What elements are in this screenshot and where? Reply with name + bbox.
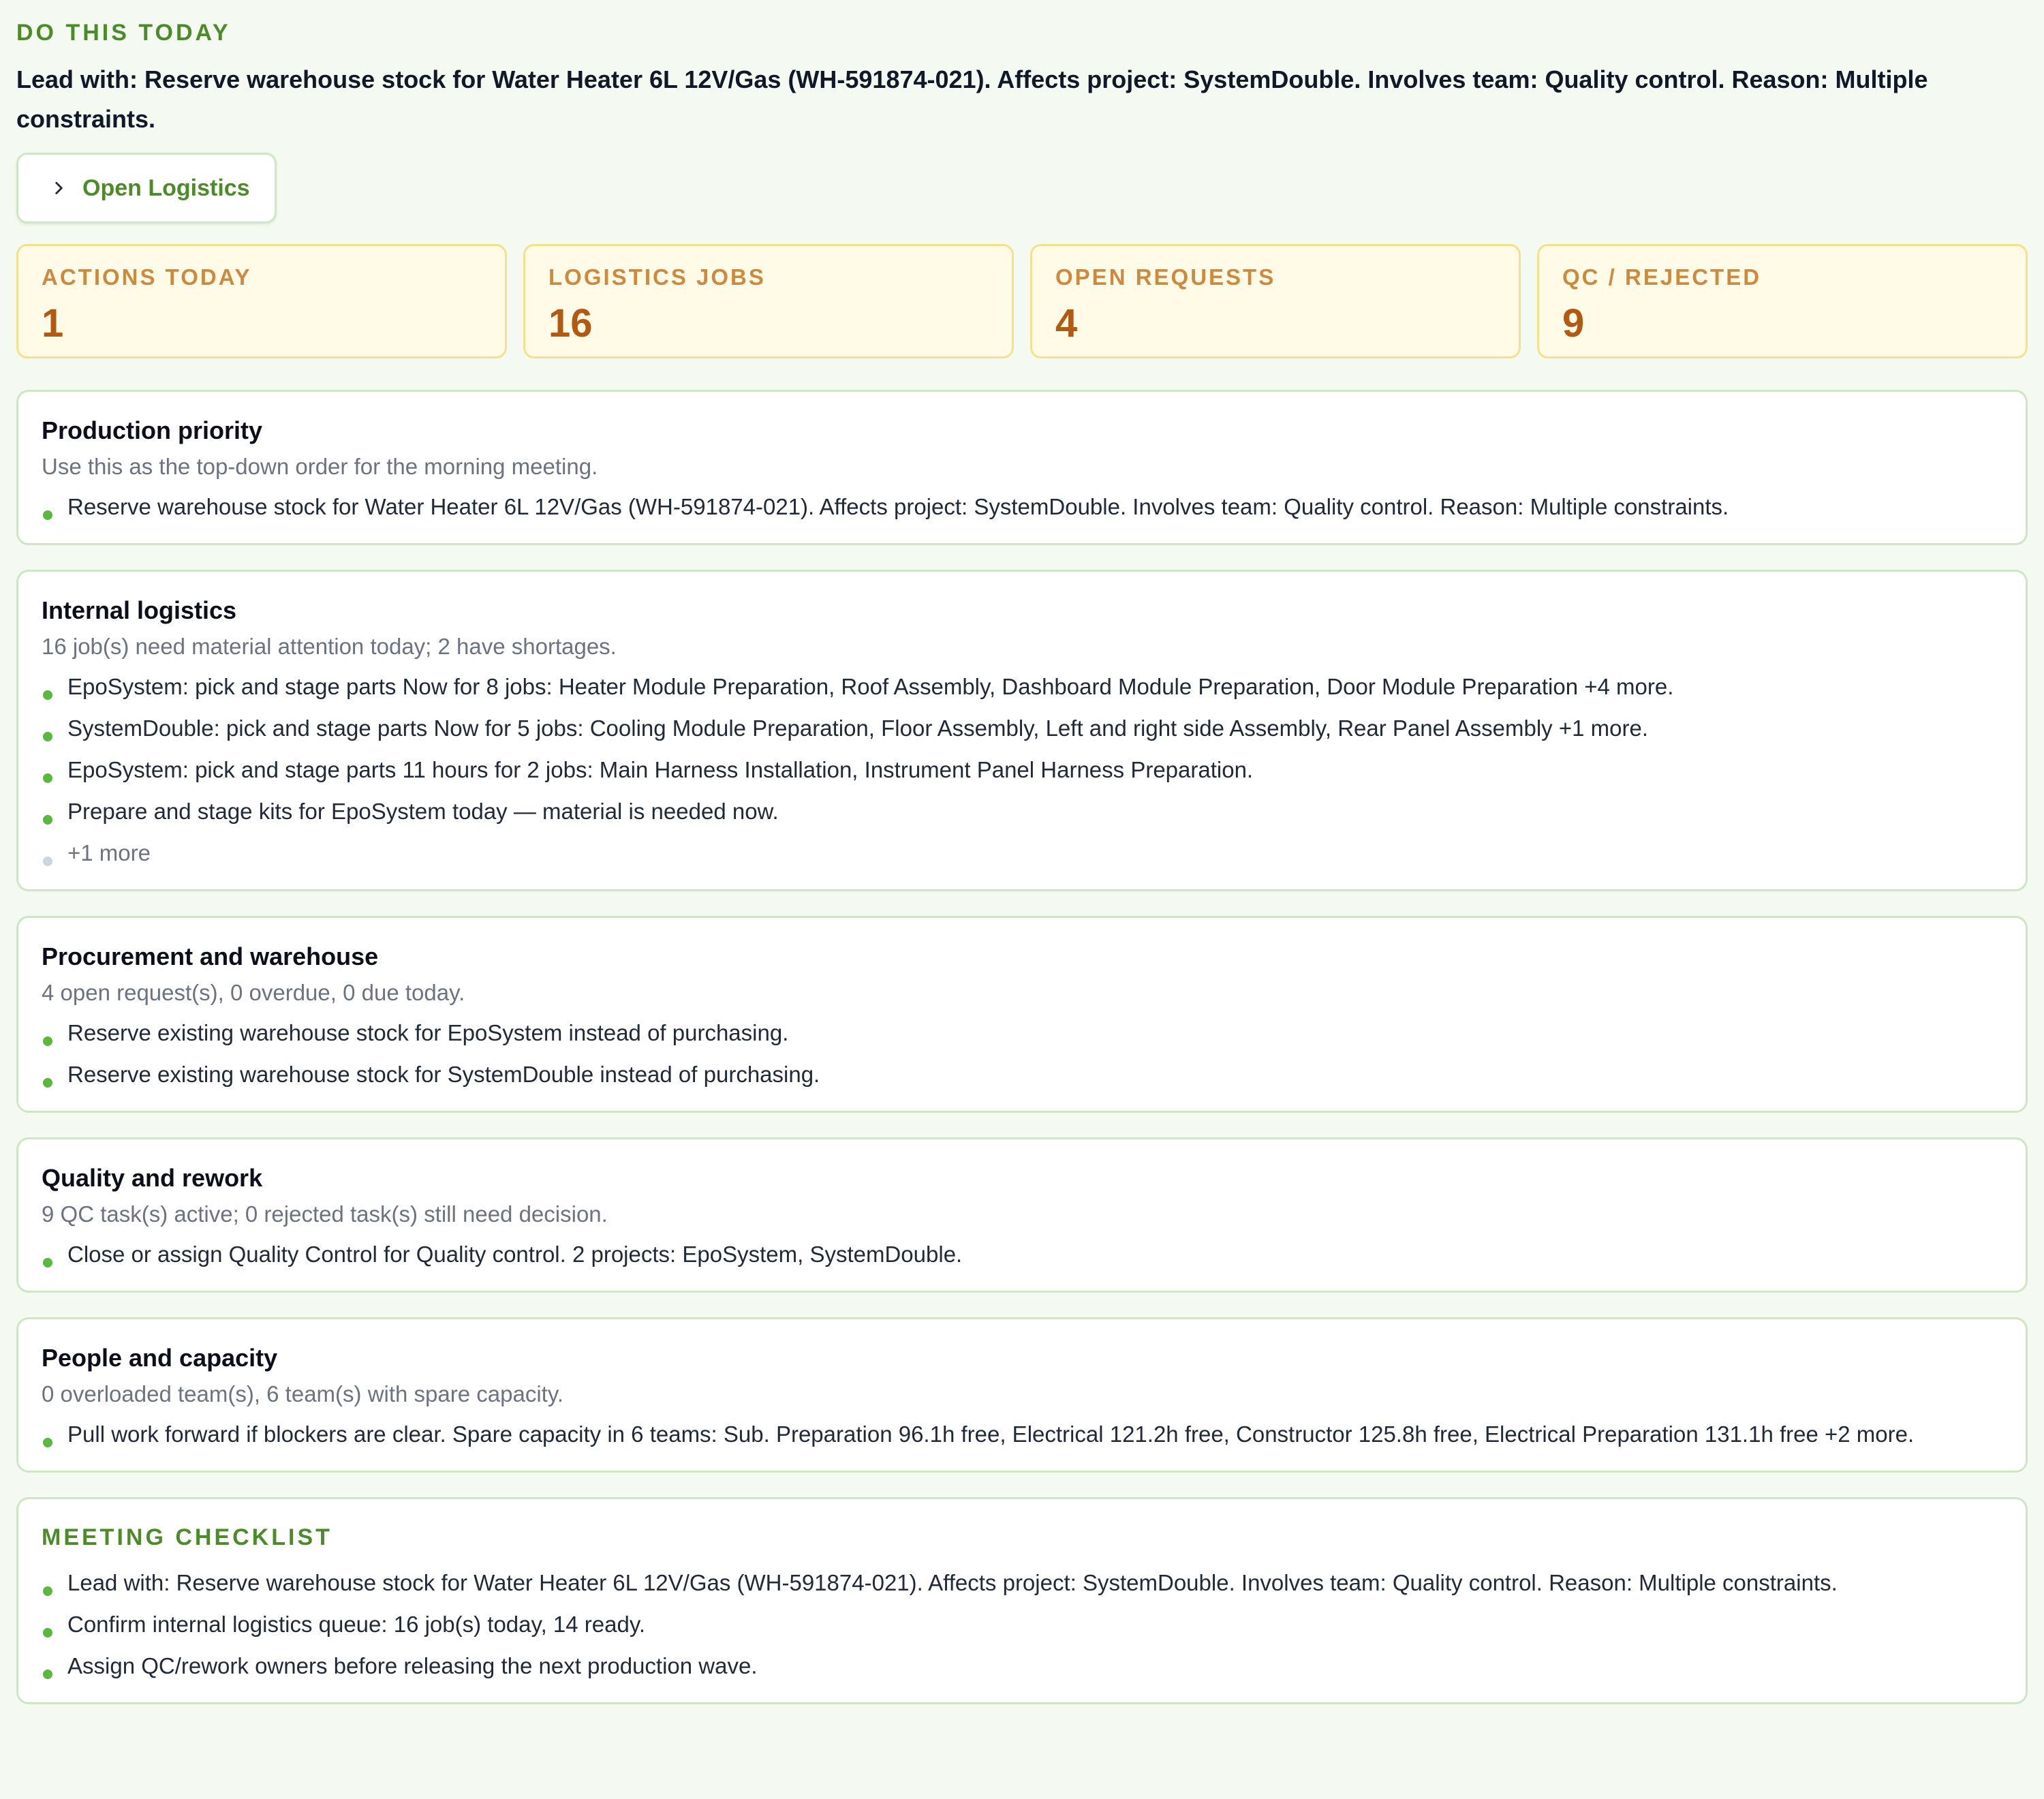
kpi-label: LOGISTICS JOBS xyxy=(548,264,766,290)
bullet-dot xyxy=(43,773,52,783)
kpi-value: 1 xyxy=(42,301,64,345)
list-item: SystemDouble: pick and stage parts Now f… xyxy=(42,713,2002,744)
list-item-text: EpoSystem: pick and stage parts 11 hours… xyxy=(67,757,1254,782)
more-items-text: +1 more xyxy=(67,840,151,865)
bullet-dot xyxy=(43,1438,52,1447)
more-items-link[interactable]: +1 more xyxy=(42,837,2002,869)
list-item: Reserve existing warehouse stock for Sys… xyxy=(42,1059,2002,1090)
bullet-dot xyxy=(43,1628,52,1637)
bullet-dot xyxy=(43,1670,52,1679)
card-title: Production priority xyxy=(42,416,262,444)
checklist-item: Assign QC/rework owners before releasing… xyxy=(42,1650,2002,1682)
bullet-dot xyxy=(43,1258,52,1267)
kpi-value: 16 xyxy=(548,301,593,345)
list-item: Prepare and stage kits for EpoSystem tod… xyxy=(42,796,2002,827)
list-item-text: Close or assign Quality Control for Qual… xyxy=(67,1242,963,1267)
list-item-text: Reserve warehouse stock for Water Heater… xyxy=(67,494,1729,519)
list-item-text: Reserve existing warehouse stock for Epo… xyxy=(67,1020,789,1045)
do-this-today-eyebrow: DO THIS TODAY xyxy=(16,20,231,46)
bullet-dot xyxy=(43,1036,52,1046)
procurement-warehouse-card: Procurement and warehouse 4 open request… xyxy=(16,916,2028,1113)
bullet-dot xyxy=(43,815,52,825)
people-capacity-card: People and capacity 0 overloaded team(s)… xyxy=(16,1317,2028,1473)
open-logistics-button[interactable]: Open Logistics xyxy=(16,153,277,224)
bullet-dot xyxy=(43,1078,52,1088)
logistics-list: EpoSystem: pick and stage parts Now for … xyxy=(42,671,2002,869)
kpi-logistics-jobs: LOGISTICS JOBS 16 xyxy=(523,244,1014,358)
procurement-list: Reserve existing warehouse stock for Epo… xyxy=(42,1017,2002,1090)
list-item: EpoSystem: pick and stage parts Now for … xyxy=(42,671,2002,703)
list-item: EpoSystem: pick and stage parts 11 hours… xyxy=(42,754,2002,786)
list-item: Pull work forward if blockers are clear.… xyxy=(42,1419,2002,1450)
kpi-actions-today: ACTIONS TODAY 1 xyxy=(16,244,507,358)
quality-rework-card: Quality and rework 9 QC task(s) active; … xyxy=(16,1137,2028,1293)
kpi-value: 4 xyxy=(1055,301,1078,345)
list-item-text: Assign QC/rework owners before releasing… xyxy=(67,1653,758,1678)
list-item-text: Lead with: Reserve warehouse stock for W… xyxy=(67,1570,1838,1595)
list-item-text: Prepare and stage kits for EpoSystem tod… xyxy=(67,799,779,824)
card-subtitle: 4 open request(s), 0 overdue, 0 due toda… xyxy=(42,980,465,1005)
production-priority-card: Production priority Use this as the top-… xyxy=(16,390,2028,545)
card-subtitle: Use this as the top-down order for the m… xyxy=(42,454,598,479)
kpi-open-requests: OPEN REQUESTS 4 xyxy=(1030,244,1521,358)
bullet-dot xyxy=(43,1586,52,1596)
lead-recommendation: Lead with: Reserve warehouse stock for W… xyxy=(16,65,1928,133)
checklist-item: Lead with: Reserve warehouse stock for W… xyxy=(42,1567,2002,1599)
open-logistics-label: Open Logistics xyxy=(82,174,250,201)
kpi-value: 9 xyxy=(1562,301,1585,345)
card-subtitle: 9 QC task(s) active; 0 rejected task(s) … xyxy=(42,1201,608,1227)
list-item-text: Pull work forward if blockers are clear.… xyxy=(67,1421,1915,1447)
bullet-dot xyxy=(43,857,52,866)
list-item: Reserve warehouse stock for Water Heater… xyxy=(42,491,2002,523)
production-list: Reserve warehouse stock for Water Heater… xyxy=(42,491,2002,523)
card-title: Quality and rework xyxy=(42,1164,263,1192)
list-item: Close or assign Quality Control for Qual… xyxy=(42,1239,2002,1270)
checklist-list: Lead with: Reserve warehouse stock for W… xyxy=(42,1567,2002,1682)
meeting-checklist-card: MEETING CHECKLIST Lead with: Reserve war… xyxy=(16,1497,2028,1704)
kpi-label: QC / REJECTED xyxy=(1562,264,1762,290)
people-list: Pull work forward if blockers are clear.… xyxy=(42,1419,2002,1450)
bullet-dot xyxy=(43,732,52,741)
card-title: Internal logistics xyxy=(42,596,237,624)
meeting-checklist-title: MEETING CHECKLIST xyxy=(42,1524,332,1550)
list-item: Reserve existing warehouse stock for Epo… xyxy=(42,1017,2002,1049)
list-item-text: Confirm internal logistics queue: 16 job… xyxy=(67,1612,646,1637)
list-item-text: Reserve existing warehouse stock for Sys… xyxy=(67,1062,820,1087)
chevron-right-icon xyxy=(50,179,67,197)
card-title: Procurement and warehouse xyxy=(42,942,379,970)
card-title: People and capacity xyxy=(42,1344,278,1372)
list-item-text: EpoSystem: pick and stage parts Now for … xyxy=(67,674,1674,699)
list-item-text: SystemDouble: pick and stage parts Now f… xyxy=(67,716,1648,741)
morning-meeting-page: DO THIS TODAY Lead with: Reserve warehou… xyxy=(0,0,2044,1799)
kpi-label: ACTIONS TODAY xyxy=(42,264,252,290)
quality-list: Close or assign Quality Control for Qual… xyxy=(42,1239,2002,1270)
card-subtitle: 0 overloaded team(s), 6 team(s) with spa… xyxy=(42,1381,564,1406)
bullet-dot xyxy=(43,690,52,700)
kpi-qc-rejected: QC / REJECTED 9 xyxy=(1537,244,2028,358)
internal-logistics-card: Internal logistics 16 job(s) need materi… xyxy=(16,570,2028,891)
bullet-dot xyxy=(43,510,52,520)
kpi-label: OPEN REQUESTS xyxy=(1055,264,1276,290)
card-subtitle: 16 job(s) need material attention today;… xyxy=(42,634,617,659)
checklist-item: Confirm internal logistics queue: 16 job… xyxy=(42,1609,2002,1640)
kpi-row: ACTIONS TODAY 1 LOGISTICS JOBS 16 OPEN R… xyxy=(16,244,2028,358)
